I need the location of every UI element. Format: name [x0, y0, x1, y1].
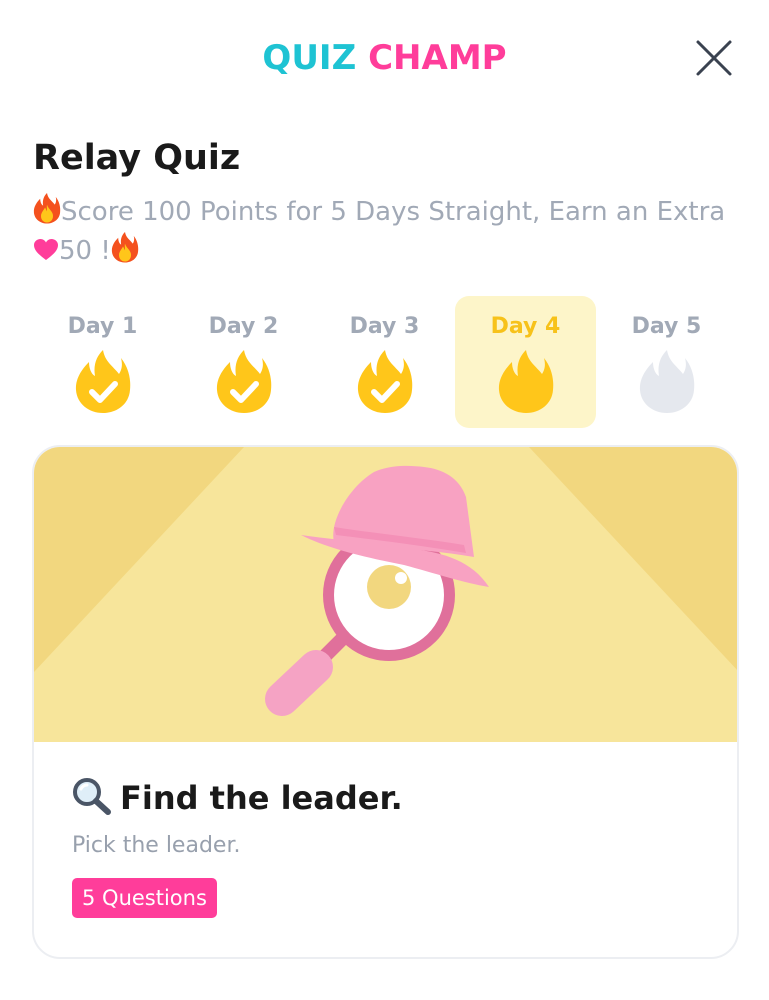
- challenge-title-text: Find the leader.: [120, 779, 403, 817]
- close-icon[interactable]: [694, 38, 734, 78]
- challenge-title: Find the leader.: [72, 777, 403, 817]
- subtitle-text-1: Score 100 Points for 5 Days Straight, Ea…: [61, 197, 726, 227]
- day-label: Day 2: [208, 314, 279, 339]
- logo-word-champ: CHAMP: [368, 38, 507, 78]
- day-tabs: Day 1 Day 2 Day 3 Day 4 Day 5: [32, 296, 738, 428]
- question-count-badge: 5 Questions: [72, 878, 217, 918]
- flame-check-icon: [75, 348, 131, 414]
- day-label: Day 3: [349, 314, 420, 339]
- flame-icon: [111, 231, 138, 263]
- quiz-page: QUIZ CHAMP Relay Quiz Score 100 Points f…: [0, 0, 769, 1000]
- day-label: Day 4: [490, 314, 561, 339]
- flame-grey-icon: [639, 348, 695, 414]
- day-tab-3[interactable]: Day 3: [314, 296, 455, 428]
- challenge-description: Pick the leader.: [72, 833, 241, 858]
- logo-word-quiz: QUIZ: [262, 38, 357, 78]
- detective-magnifier-illustration: [34, 447, 737, 742]
- close-button[interactable]: [694, 38, 734, 78]
- flame-icon: [33, 192, 61, 224]
- flame-check-icon: [357, 348, 413, 414]
- day-label: Day 1: [67, 314, 138, 339]
- day-label: Day 5: [631, 314, 702, 339]
- heart-icon: [34, 239, 58, 260]
- day-tab-1[interactable]: Day 1: [32, 296, 173, 428]
- day-tab-2[interactable]: Day 2: [173, 296, 314, 428]
- challenge-card[interactable]: Find the leader. Pick the leader. 5 Ques…: [32, 445, 739, 959]
- flame-icon: [498, 348, 554, 414]
- day-tab-5[interactable]: Day 5: [596, 296, 737, 428]
- subtitle-text-2: 50 !: [59, 236, 111, 266]
- flame-check-icon: [216, 348, 272, 414]
- app-logo: QUIZ CHAMP: [0, 38, 769, 78]
- day-tab-4[interactable]: Day 4: [455, 296, 596, 428]
- magnifier-icon: [73, 778, 111, 815]
- page-title: Relay Quiz: [33, 138, 241, 178]
- page-subtitle: Score 100 Points for 5 Days Straight, Ea…: [33, 192, 733, 270]
